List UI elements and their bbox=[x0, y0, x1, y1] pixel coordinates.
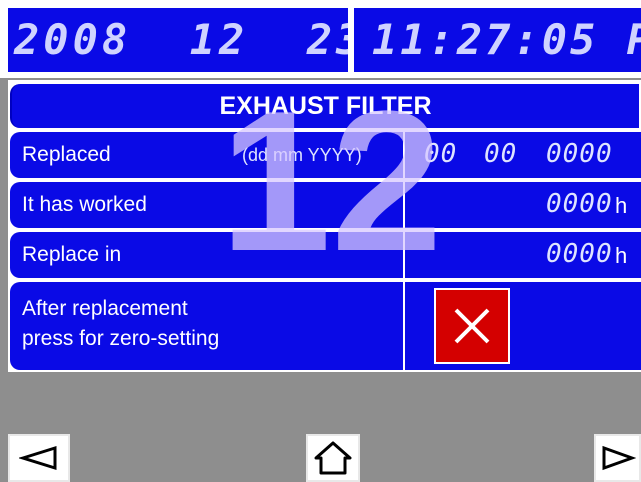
replace-in-hours: 0000 bbox=[546, 239, 613, 269]
replaced-year: 0000 bbox=[546, 139, 613, 169]
arrow-left-icon bbox=[19, 445, 57, 471]
column-divider bbox=[403, 282, 405, 370]
next-page-button[interactable] bbox=[594, 434, 641, 482]
worked-unit: h bbox=[615, 193, 628, 218]
status-bar: 2008 12 23 11:27:05 Pñ bbox=[0, 0, 641, 78]
close-icon bbox=[454, 308, 490, 344]
replaced-month: 00 bbox=[484, 139, 518, 169]
worked-hours: 0000 bbox=[546, 189, 613, 219]
column-divider bbox=[403, 232, 405, 278]
home-button[interactable] bbox=[306, 434, 360, 482]
row-reset: After replacement press for zero-setting bbox=[10, 282, 641, 370]
worked-label: It has worked bbox=[22, 193, 147, 216]
date-format-hint: (dd mm YYYY) bbox=[242, 145, 362, 165]
row-replace-in: Replace in 0000 h bbox=[10, 232, 641, 278]
column-divider bbox=[403, 132, 405, 178]
reset-label: After replacement press for zero-setting bbox=[22, 297, 220, 350]
replaced-day: 00 bbox=[424, 139, 458, 169]
row-replaced: Replaced (dd mm YYYY) 00 00 0000 bbox=[10, 132, 641, 178]
column-divider bbox=[403, 182, 405, 228]
page-title: EXHAUST FILTER bbox=[10, 84, 639, 128]
date-display: 2008 12 23 bbox=[8, 8, 348, 72]
row-worked: It has worked 0000 h bbox=[10, 182, 641, 228]
home-icon bbox=[314, 441, 352, 475]
replace-in-unit: h bbox=[615, 243, 628, 268]
filter-panel: EXHAUST FILTER Replaced (dd mm YYYY) 00 … bbox=[8, 80, 641, 372]
arrow-right-icon bbox=[602, 445, 636, 471]
time-display: 11:27:05 Pñ bbox=[354, 8, 641, 72]
replaced-label: Replaced bbox=[22, 143, 111, 166]
previous-page-button[interactable] bbox=[8, 434, 70, 482]
replace-in-label: Replace in bbox=[22, 243, 122, 266]
zero-setting-button[interactable] bbox=[434, 288, 510, 364]
